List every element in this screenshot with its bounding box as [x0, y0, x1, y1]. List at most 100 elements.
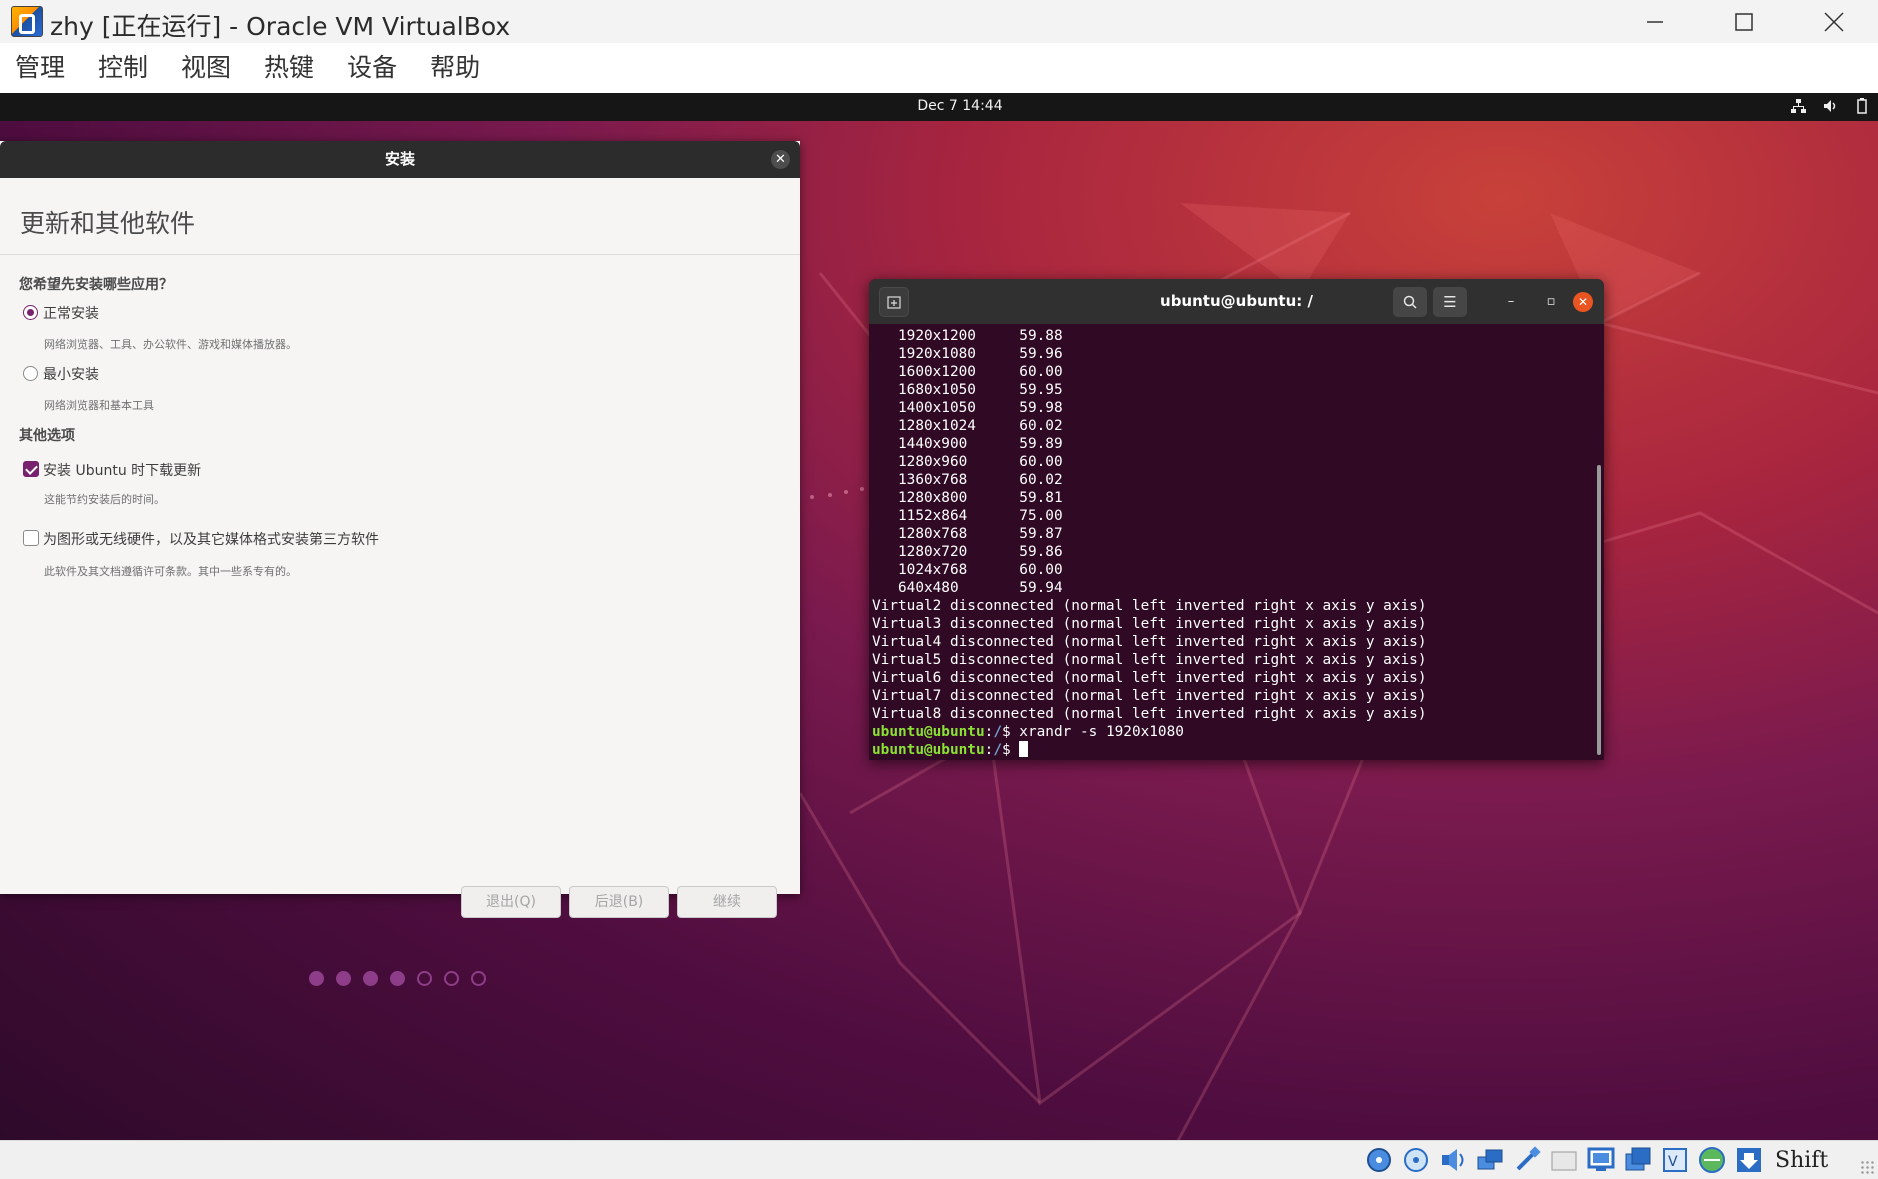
minimal-install-radio[interactable] [23, 366, 38, 381]
installer-close-button[interactable]: ✕ [771, 150, 790, 169]
terminal-line: 1400x1050 59.98 [872, 399, 1592, 417]
terminal-window[interactable]: ubuntu@ubuntu: / ☰ – ▫ ✕ 1920x1200 59.88… [869, 279, 1604, 760]
terminal-line: 1680x1050 59.95 [872, 381, 1592, 399]
hamburger-icon: ☰ [1443, 293, 1457, 311]
terminal-line: Virtual3 disconnected (normal left inver… [872, 615, 1592, 633]
network-icon [1790, 98, 1806, 114]
terminal-line: 1360x768 60.02 [872, 471, 1592, 489]
close-button[interactable] [1790, 0, 1878, 43]
optical-disc-icon[interactable] [1401, 1145, 1431, 1175]
vbox-menubar: 管理 控制 视图 热键 设备 帮助 [0, 43, 1878, 93]
prompt-path: / [993, 742, 1002, 758]
prompt-user: ubuntu@ubuntu [872, 724, 985, 740]
mode-entry: 1280x960 60.00 [872, 454, 1063, 470]
terminal-line: 1280x800 59.81 [872, 489, 1592, 507]
mode-entry: 1280x720 59.86 [872, 544, 1063, 560]
back-button[interactable]: 后退(B) [569, 886, 669, 918]
terminal-output[interactable]: 1920x1200 59.88 1920x1080 59.96 1600x120… [872, 327, 1592, 759]
prompt-path: / [993, 724, 1002, 740]
vt-x-icon[interactable]: V [1660, 1145, 1690, 1175]
third-party-label[interactable]: 为图形或无线硬件，以及其它媒体格式安装第三方软件 [43, 529, 379, 549]
download-icon[interactable] [1734, 1145, 1764, 1175]
menu-manage[interactable]: 管理 [15, 48, 65, 88]
terminal-line: Virtual7 disconnected (normal left inver… [872, 687, 1592, 705]
minimal-install-label[interactable]: 最小安装 [43, 364, 99, 384]
shared-folder-icon[interactable] [1549, 1145, 1579, 1175]
quit-button[interactable]: 退出(Q) [461, 886, 561, 918]
terminal-line: Virtual5 disconnected (normal left inver… [872, 651, 1592, 669]
guest-additions-icon[interactable] [1697, 1145, 1727, 1175]
installer-window: 安装 ✕ 更新和其他软件 您希望先安装哪些应用？ 正常安装 网络浏览器、工具、办… [0, 141, 800, 986]
progress-dot [444, 971, 459, 986]
video-capture-icon[interactable] [1623, 1145, 1653, 1175]
terminal-line: Virtual8 disconnected (normal left inver… [872, 705, 1592, 723]
continue-button[interactable]: 继续 [677, 886, 777, 918]
topbar-clock[interactable]: Dec 7 14:44 [0, 98, 1878, 114]
normal-install-label[interactable]: 正常安装 [43, 303, 99, 323]
resize-grip[interactable] [1860, 1160, 1874, 1174]
terminal-line: 1152x864 75.00 [872, 507, 1592, 525]
terminal-line: 1920x1200 59.88 [872, 327, 1592, 345]
terminal-line: 1280x1024 60.02 [872, 417, 1592, 435]
other-options-heading: 其他选项 [19, 428, 75, 444]
vbox-statusbar: V Shift [0, 1140, 1878, 1177]
maximize-button[interactable] [1700, 0, 1788, 43]
output-status: Virtual4 disconnected (normal left inver… [872, 634, 1427, 650]
audio-icon[interactable] [1438, 1145, 1468, 1175]
progress-dot [417, 971, 432, 986]
installer-titlebar: 安装 ✕ [0, 141, 800, 178]
terminal-minimize-button[interactable]: – [1501, 292, 1521, 312]
normal-install-radio[interactable] [23, 305, 38, 320]
network-icon[interactable] [1475, 1145, 1505, 1175]
terminal-close-button[interactable]: ✕ [1573, 292, 1593, 312]
guest-screen[interactable]: Dec 7 14:44 安装 ✕ 更新和其他软件 您希望先安装哪些应用？ 正常安… [0, 93, 1878, 1140]
menu-control[interactable]: 控制 [98, 48, 148, 88]
usb-icon[interactable] [1512, 1145, 1542, 1175]
output-status: Virtual7 disconnected (normal left inver… [872, 688, 1427, 704]
install-question: 您希望先安装哪些应用？ [19, 277, 173, 293]
menu-view[interactable]: 视图 [181, 48, 231, 88]
output-status: Virtual8 disconnected (normal left inver… [872, 706, 1427, 722]
progress-dot [363, 971, 378, 986]
download-updates-checkbox[interactable] [23, 461, 39, 477]
minimize-button[interactable] [1611, 0, 1699, 43]
output-status: Virtual2 disconnected (normal left inver… [872, 598, 1427, 614]
status-icons: V Shift [1364, 1145, 1828, 1175]
terminal-headerbar: ubuntu@ubuntu: / ☰ – ▫ ✕ [869, 279, 1604, 324]
third-party-desc: 此软件及其文档遵循许可条款。其中一些系专有的。 [44, 565, 297, 578]
terminal-menu-button[interactable]: ☰ [1433, 287, 1467, 317]
progress-dots [309, 971, 486, 986]
mode-entry: 1280x768 59.87 [872, 526, 1063, 542]
terminal-line: Virtual2 disconnected (normal left inver… [872, 597, 1592, 615]
terminal-line: ubuntu@ubuntu:/$ [872, 741, 1592, 759]
battery-icon [1854, 98, 1870, 114]
prompt-user: ubuntu@ubuntu [872, 742, 985, 758]
progress-dot [336, 971, 351, 986]
mode-entry: 1360x768 60.02 [872, 472, 1063, 488]
terminal-line: 640x480 59.94 [872, 579, 1592, 597]
output-status: Virtual6 disconnected (normal left inver… [872, 670, 1427, 686]
hard-disk-icon[interactable] [1364, 1145, 1394, 1175]
download-updates-label[interactable]: 安装 Ubuntu 时下载更新 [43, 460, 201, 480]
menu-help[interactable]: 帮助 [430, 48, 480, 88]
terminal-scrollbar[interactable] [1597, 465, 1601, 755]
text-cursor [1019, 741, 1029, 757]
window-title: zhy [正在运行] - Oracle VM VirtualBox [50, 12, 511, 41]
third-party-checkbox[interactable] [23, 530, 39, 546]
display-icon[interactable] [1586, 1145, 1616, 1175]
terminal-line: 1280x768 59.87 [872, 525, 1592, 543]
mode-entry: 1600x1200 60.00 [872, 364, 1063, 380]
terminal-maximize-button[interactable]: ▫ [1541, 292, 1561, 312]
vbox-titlebar: zhy [正在运行] - Oracle VM VirtualBox [0, 0, 1878, 43]
terminal-line: Virtual4 disconnected (normal left inver… [872, 633, 1592, 651]
menu-hotkeys[interactable]: 热键 [264, 48, 314, 88]
mode-entry: 1440x900 59.89 [872, 436, 1063, 452]
host-key-label[interactable]: Shift [1775, 1148, 1828, 1173]
volume-icon [1822, 98, 1838, 114]
menu-devices[interactable]: 设备 [347, 48, 397, 88]
minimal-install-desc: 网络浏览器和基本工具 [44, 399, 154, 412]
normal-install-desc: 网络浏览器、工具、办公软件、游戏和媒体播放器。 [44, 338, 297, 351]
system-tray[interactable] [1790, 98, 1870, 114]
mode-entry: 1280x800 59.81 [872, 490, 1063, 506]
terminal-search-button[interactable] [1393, 287, 1427, 317]
